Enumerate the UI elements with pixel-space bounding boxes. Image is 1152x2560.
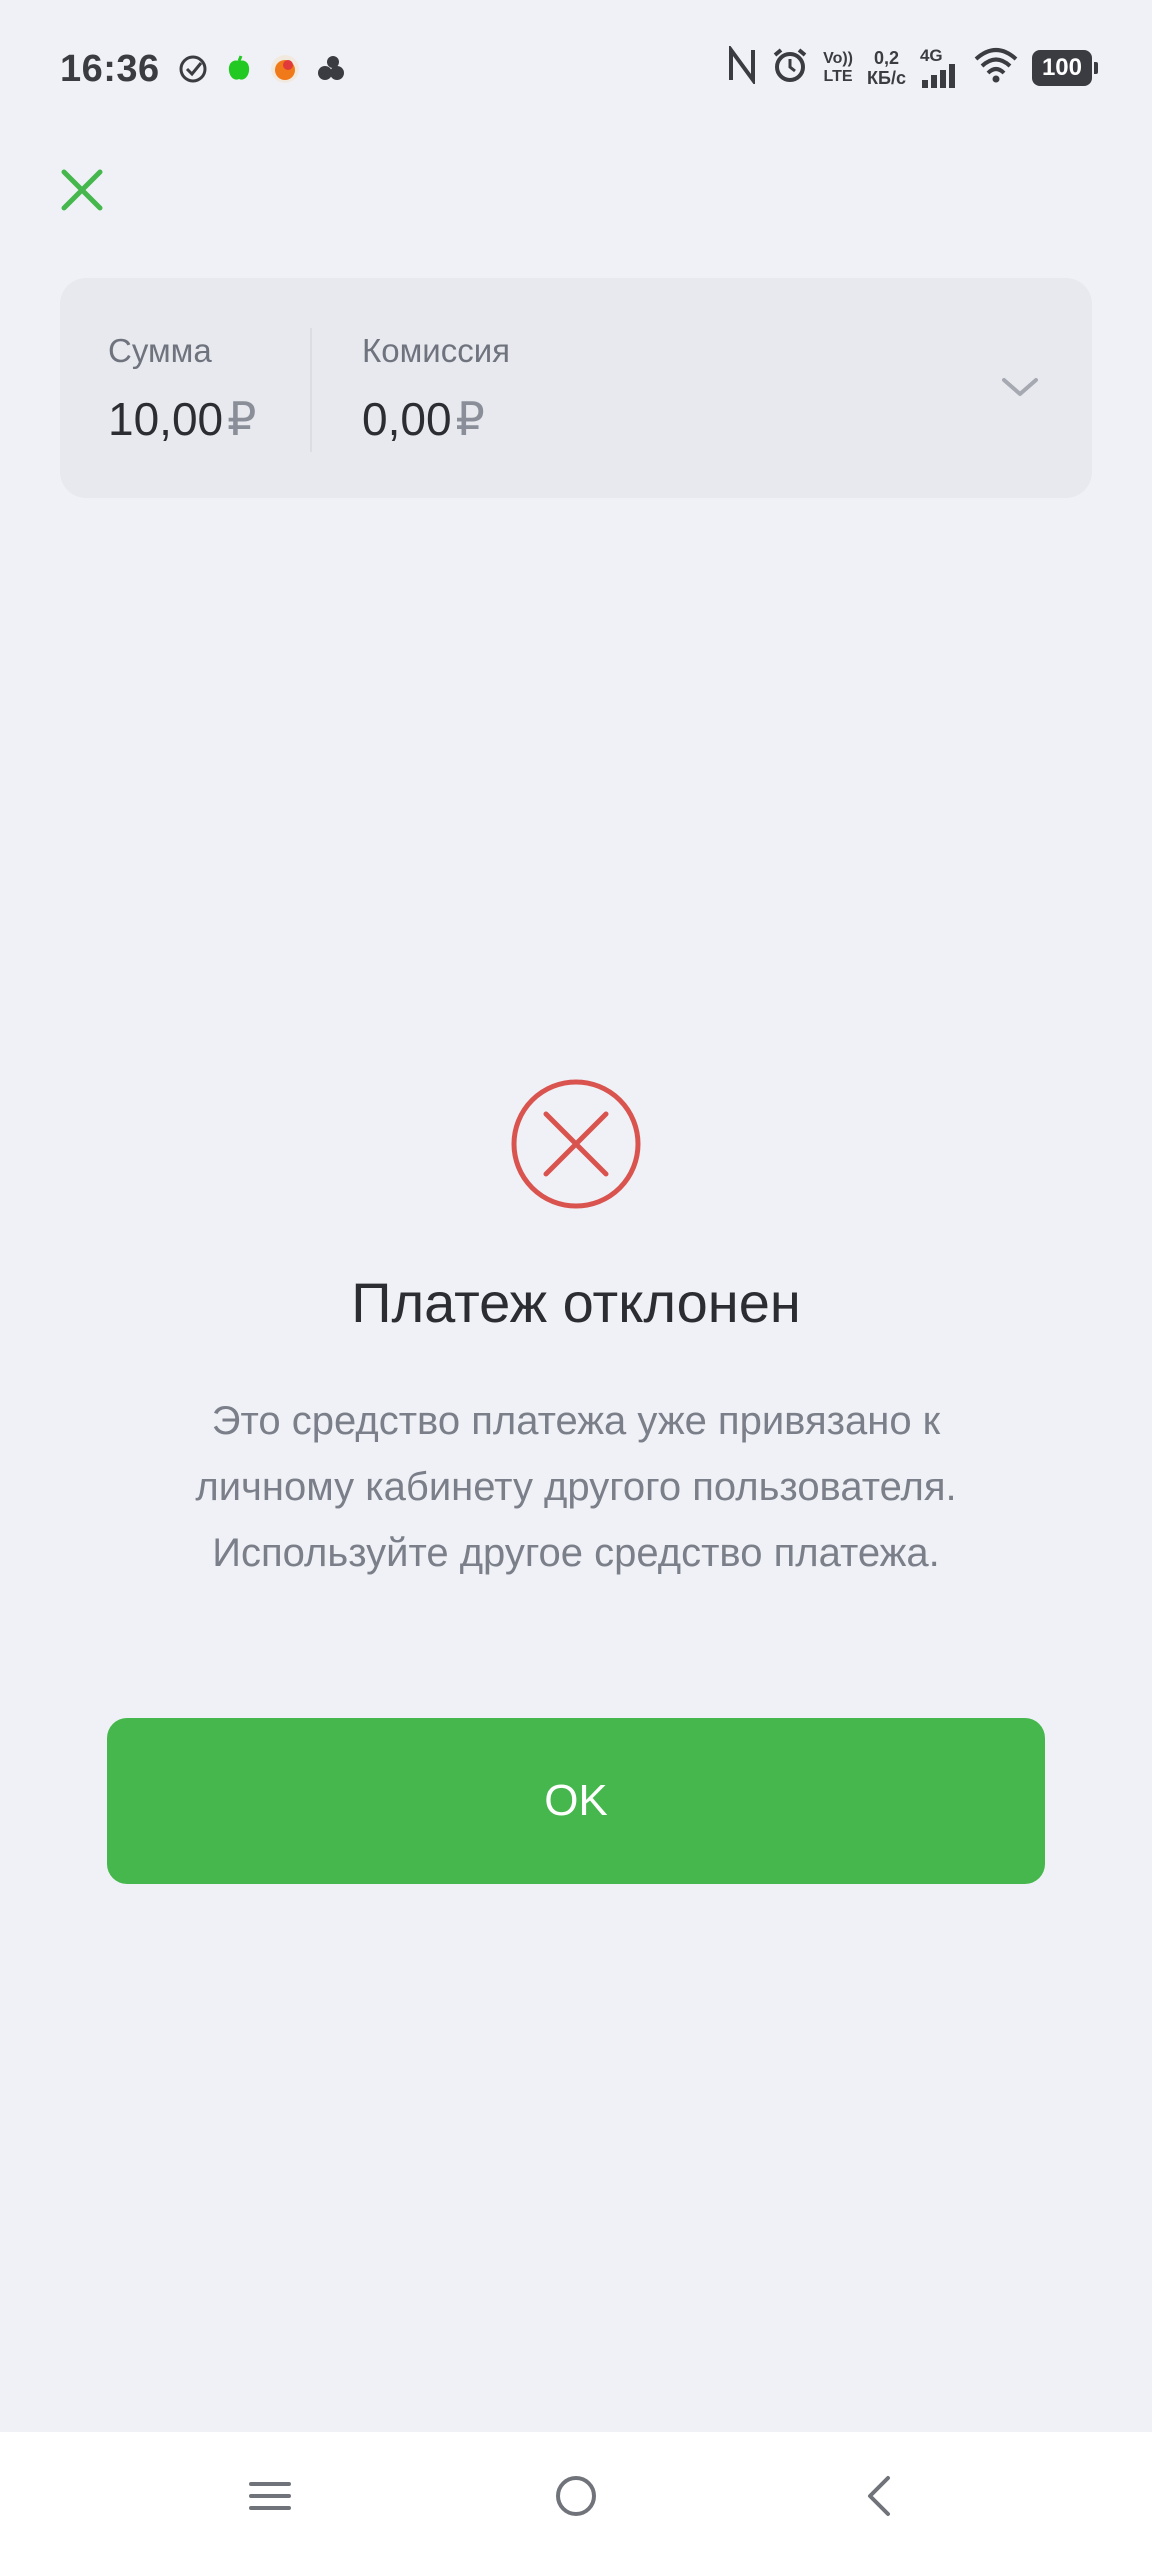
status-bar: 16:36 Vo)) LTE 0,2 КБ/с 4G 100 (0, 0, 1152, 140)
fee-block: Комиссия 0,00₽ (362, 332, 510, 446)
summary-divider (310, 328, 312, 452)
currency-symbol: ₽ (455, 393, 485, 445)
result-title: Платеж отклонен (351, 1271, 801, 1334)
system-nav-bar (0, 2432, 1152, 2560)
amount-label: Сумма (108, 332, 212, 369)
currency-symbol: ₽ (227, 393, 257, 445)
volte-indicator: Vo)) LTE (823, 49, 854, 85)
notification-icons (176, 52, 348, 86)
fee-label: Комиссия (362, 332, 511, 369)
chevron-down-icon[interactable] (1000, 368, 1040, 408)
green-app-icon (222, 52, 256, 86)
alarm-icon (771, 46, 809, 89)
check-circle-icon (176, 52, 210, 86)
close-icon (61, 169, 103, 211)
amount-value: 10,00₽ (108, 393, 257, 445)
home-icon[interactable] (536, 2456, 616, 2536)
dots-app-icon (314, 52, 348, 86)
error-icon (510, 1078, 642, 1210)
menu-icon[interactable] (230, 2456, 310, 2536)
orange-app-icon (268, 52, 302, 86)
result-message: Это средство платежа уже привязано к лич… (195, 1399, 957, 1575)
back-icon[interactable] (840, 2456, 920, 2536)
wifi-icon (974, 47, 1018, 88)
ok-button[interactable]: OK (107, 1718, 1045, 1884)
payment-declined-screen: 16:36 Vo)) LTE 0,2 КБ/с 4G 100 Сумма 10,… (0, 0, 1152, 2560)
amount-block: Сумма 10,00₽ (108, 332, 256, 446)
cellular-signal-icon: 4G (920, 47, 960, 88)
status-time: 16:36 (60, 48, 160, 90)
battery-indicator: 100 (1031, 49, 1099, 86)
nfc-icon (727, 43, 757, 89)
close-button[interactable] (52, 160, 112, 220)
network-speed: 0,2 КБ/с (867, 47, 906, 88)
system-status-icons: Vo)) LTE 0,2 КБ/с 4G 100 (727, 43, 1099, 89)
payment-summary-card[interactable]: Сумма 10,00₽ Комиссия 0,00₽ (60, 278, 1092, 498)
fee-value: 0,00₽ (362, 393, 485, 445)
